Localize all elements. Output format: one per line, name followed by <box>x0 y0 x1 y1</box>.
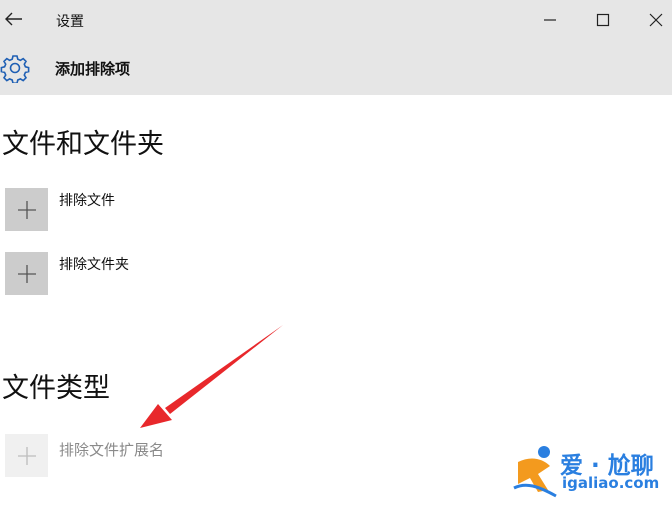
gear-icon <box>0 55 30 83</box>
exclude-extension-button[interactable]: 排除文件扩展名 <box>5 434 164 477</box>
exclude-folder-label: 排除文件夹 <box>59 257 129 273</box>
minimize-icon <box>544 19 556 21</box>
add-folder-tile <box>5 252 48 295</box>
close-icon <box>649 13 663 27</box>
window-title: 设置 <box>56 14 84 30</box>
section-title-files-folders: 文件和文件夹 <box>2 129 164 160</box>
plus-icon <box>17 200 36 219</box>
section-title-file-types: 文件类型 <box>2 373 110 404</box>
minimize-button[interactable] <box>530 4 570 36</box>
header-bar: 设置 添加排除项 <box>0 0 672 95</box>
back-button[interactable] <box>2 6 26 32</box>
exclude-extension-label: 排除文件扩展名 <box>59 441 165 459</box>
add-extension-tile <box>5 434 48 477</box>
plus-icon <box>17 446 36 465</box>
exclude-file-label: 排除文件 <box>59 193 115 209</box>
exclude-folder-button[interactable]: 排除文件夹 <box>5 252 129 295</box>
close-button[interactable] <box>636 4 672 36</box>
watermark-url: igaliao.com <box>562 474 660 492</box>
maximize-button[interactable] <box>583 4 623 36</box>
back-arrow-icon <box>5 12 22 26</box>
page-title: 添加排除项 <box>55 60 131 78</box>
add-file-tile <box>5 188 48 231</box>
runner-logo-icon <box>513 446 557 498</box>
plus-icon <box>17 264 36 283</box>
maximize-icon <box>596 13 610 27</box>
watermark: 爱 · 尬聊 igaliao.com <box>508 440 672 502</box>
exclude-file-button[interactable]: 排除文件 <box>5 188 115 231</box>
